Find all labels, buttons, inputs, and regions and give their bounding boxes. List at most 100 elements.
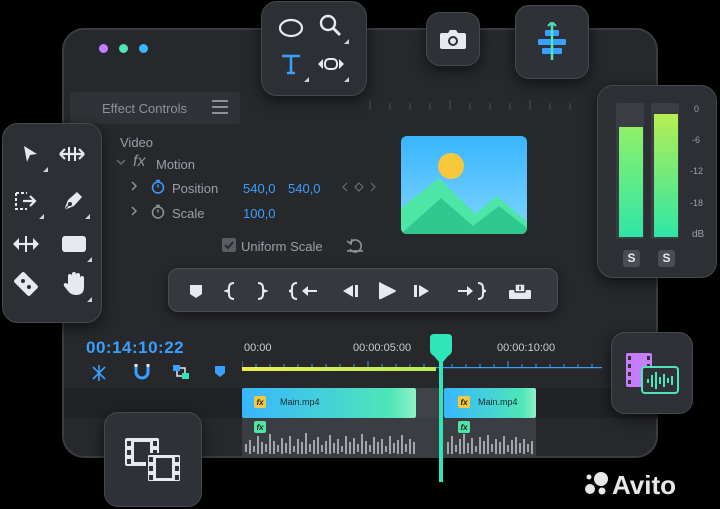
position-x-value[interactable]: 540,0 bbox=[243, 181, 276, 196]
playhead-handle[interactable] bbox=[430, 334, 452, 364]
effect-controls-title: Effect Controls bbox=[102, 101, 188, 116]
go-to-out-icon bbox=[458, 282, 486, 300]
video-section-label: Video bbox=[120, 135, 154, 150]
hand-tool[interactable] bbox=[56, 266, 92, 302]
go-to-in-button[interactable] bbox=[287, 279, 321, 303]
window-dot-blue[interactable] bbox=[139, 44, 148, 53]
snap-off-icon[interactable] bbox=[90, 364, 108, 382]
selection-tool[interactable] bbox=[12, 136, 48, 172]
meter-scale-0: 0 bbox=[694, 104, 700, 114]
audio-waveform bbox=[245, 433, 533, 454]
track-select-icon bbox=[15, 192, 37, 210]
align-center-icon bbox=[538, 22, 566, 60]
mark-out-button[interactable] bbox=[247, 279, 273, 303]
go-to-out-button[interactable] bbox=[454, 279, 488, 303]
motion-label: Motion bbox=[156, 157, 196, 172]
move-icon bbox=[13, 236, 39, 252]
rectangle-tool[interactable] bbox=[56, 226, 92, 262]
panel-menu-icon[interactable] bbox=[212, 100, 228, 114]
window-dot-purple[interactable] bbox=[99, 44, 108, 53]
marker-icon bbox=[190, 285, 202, 298]
slip-icon bbox=[14, 272, 38, 296]
align-button[interactable] bbox=[515, 5, 589, 79]
mark-in-button[interactable] bbox=[219, 279, 245, 303]
scale-value[interactable]: 100,0 bbox=[243, 206, 276, 221]
go-to-in-icon bbox=[289, 282, 317, 300]
scale-label: Scale bbox=[172, 206, 205, 221]
meter-scale-1: -6 bbox=[692, 135, 701, 145]
marker-icon[interactable] bbox=[214, 365, 226, 379]
image-thumbnail[interactable] bbox=[401, 136, 527, 234]
rate-stretch-tool[interactable] bbox=[313, 46, 349, 82]
rate-stretch-icon bbox=[318, 58, 344, 70]
slip-tool[interactable] bbox=[8, 266, 44, 302]
fx-badge[interactable]: fx bbox=[458, 396, 470, 408]
meter-scale-3: -18 bbox=[690, 198, 704, 208]
export-frame-button[interactable] bbox=[506, 279, 534, 303]
meter-scale-2: -12 bbox=[690, 166, 704, 176]
ripple-edit-icon bbox=[59, 147, 85, 161]
avito-watermark: Avito bbox=[612, 470, 677, 500]
play-icon bbox=[379, 282, 396, 300]
fx-icon: fx bbox=[133, 153, 146, 170]
track-select-tool[interactable] bbox=[8, 183, 44, 219]
ellipse-tool[interactable] bbox=[273, 10, 309, 46]
transport-controls bbox=[168, 268, 558, 312]
pen-tool[interactable] bbox=[54, 183, 90, 219]
rectangle-icon bbox=[62, 236, 86, 252]
ruler-label-1: 00:00:05:00 bbox=[353, 342, 412, 354]
meter-level-right bbox=[654, 114, 678, 237]
reset-icon[interactable] bbox=[346, 237, 364, 253]
meter-level-left bbox=[619, 127, 643, 237]
chevron-right-icon[interactable] bbox=[130, 206, 138, 216]
stopwatch-icon[interactable] bbox=[151, 179, 165, 194]
chevron-down-icon[interactable] bbox=[116, 157, 126, 167]
export-frame-icon bbox=[509, 283, 531, 299]
mark-out-icon bbox=[257, 282, 268, 300]
move-tool[interactable] bbox=[8, 226, 44, 262]
ruler-label-2: 00:00:10:00 bbox=[497, 342, 556, 354]
step-forward-icon bbox=[414, 285, 429, 297]
window-dot-green[interactable] bbox=[119, 44, 128, 53]
solo-left-button[interactable]: S bbox=[623, 250, 640, 267]
stopwatch-icon[interactable] bbox=[151, 204, 165, 219]
position-y-value[interactable]: 540,0 bbox=[288, 181, 321, 196]
clip-label: Main.mp4 bbox=[280, 397, 320, 407]
audio-video-clip-button[interactable] bbox=[611, 332, 693, 414]
solo-right-button[interactable]: S bbox=[658, 250, 675, 267]
video-clip[interactable] bbox=[242, 388, 416, 418]
film-strip-icon bbox=[125, 437, 182, 483]
keyframe-navigator-icon[interactable] bbox=[342, 182, 376, 192]
type-icon bbox=[282, 54, 300, 75]
uniform-scale-checkbox[interactable] bbox=[222, 238, 236, 252]
video-clip-button[interactable] bbox=[104, 412, 202, 507]
fx-badge[interactable]: fx bbox=[254, 396, 266, 408]
camera-icon bbox=[440, 30, 466, 49]
audio-video-icon bbox=[626, 353, 679, 394]
checkmark-icon bbox=[224, 241, 234, 250]
play-button[interactable] bbox=[374, 279, 400, 303]
clip-label: Main.mp4 bbox=[478, 397, 518, 407]
uniform-scale-label: Uniform Scale bbox=[241, 239, 323, 254]
pen-icon bbox=[61, 192, 82, 213]
step-back-icon bbox=[343, 285, 358, 297]
ruler-label-0: 00:00 bbox=[244, 342, 272, 354]
playhead-line[interactable] bbox=[439, 352, 443, 482]
zoom-icon bbox=[319, 14, 342, 37]
work-area-bar[interactable] bbox=[242, 367, 436, 371]
chevron-right-icon[interactable] bbox=[130, 181, 138, 191]
hand-icon bbox=[63, 272, 84, 295]
linked-selection-icon[interactable] bbox=[172, 363, 190, 381]
step-back-button[interactable] bbox=[337, 279, 363, 303]
timecode-display[interactable]: 00:14:10:22 bbox=[86, 338, 184, 358]
step-forward-button[interactable] bbox=[409, 279, 435, 303]
type-tool[interactable] bbox=[273, 46, 309, 82]
ripple-edit-tool[interactable] bbox=[54, 136, 90, 172]
image-icon bbox=[401, 153, 527, 234]
avito-logo-icon bbox=[585, 472, 608, 495]
arrow-cursor-icon bbox=[24, 146, 37, 162]
zoom-tool[interactable] bbox=[313, 8, 349, 44]
add-marker-button[interactable] bbox=[183, 279, 209, 303]
snapshot-button[interactable] bbox=[426, 12, 480, 66]
magnet-icon[interactable] bbox=[133, 363, 151, 381]
